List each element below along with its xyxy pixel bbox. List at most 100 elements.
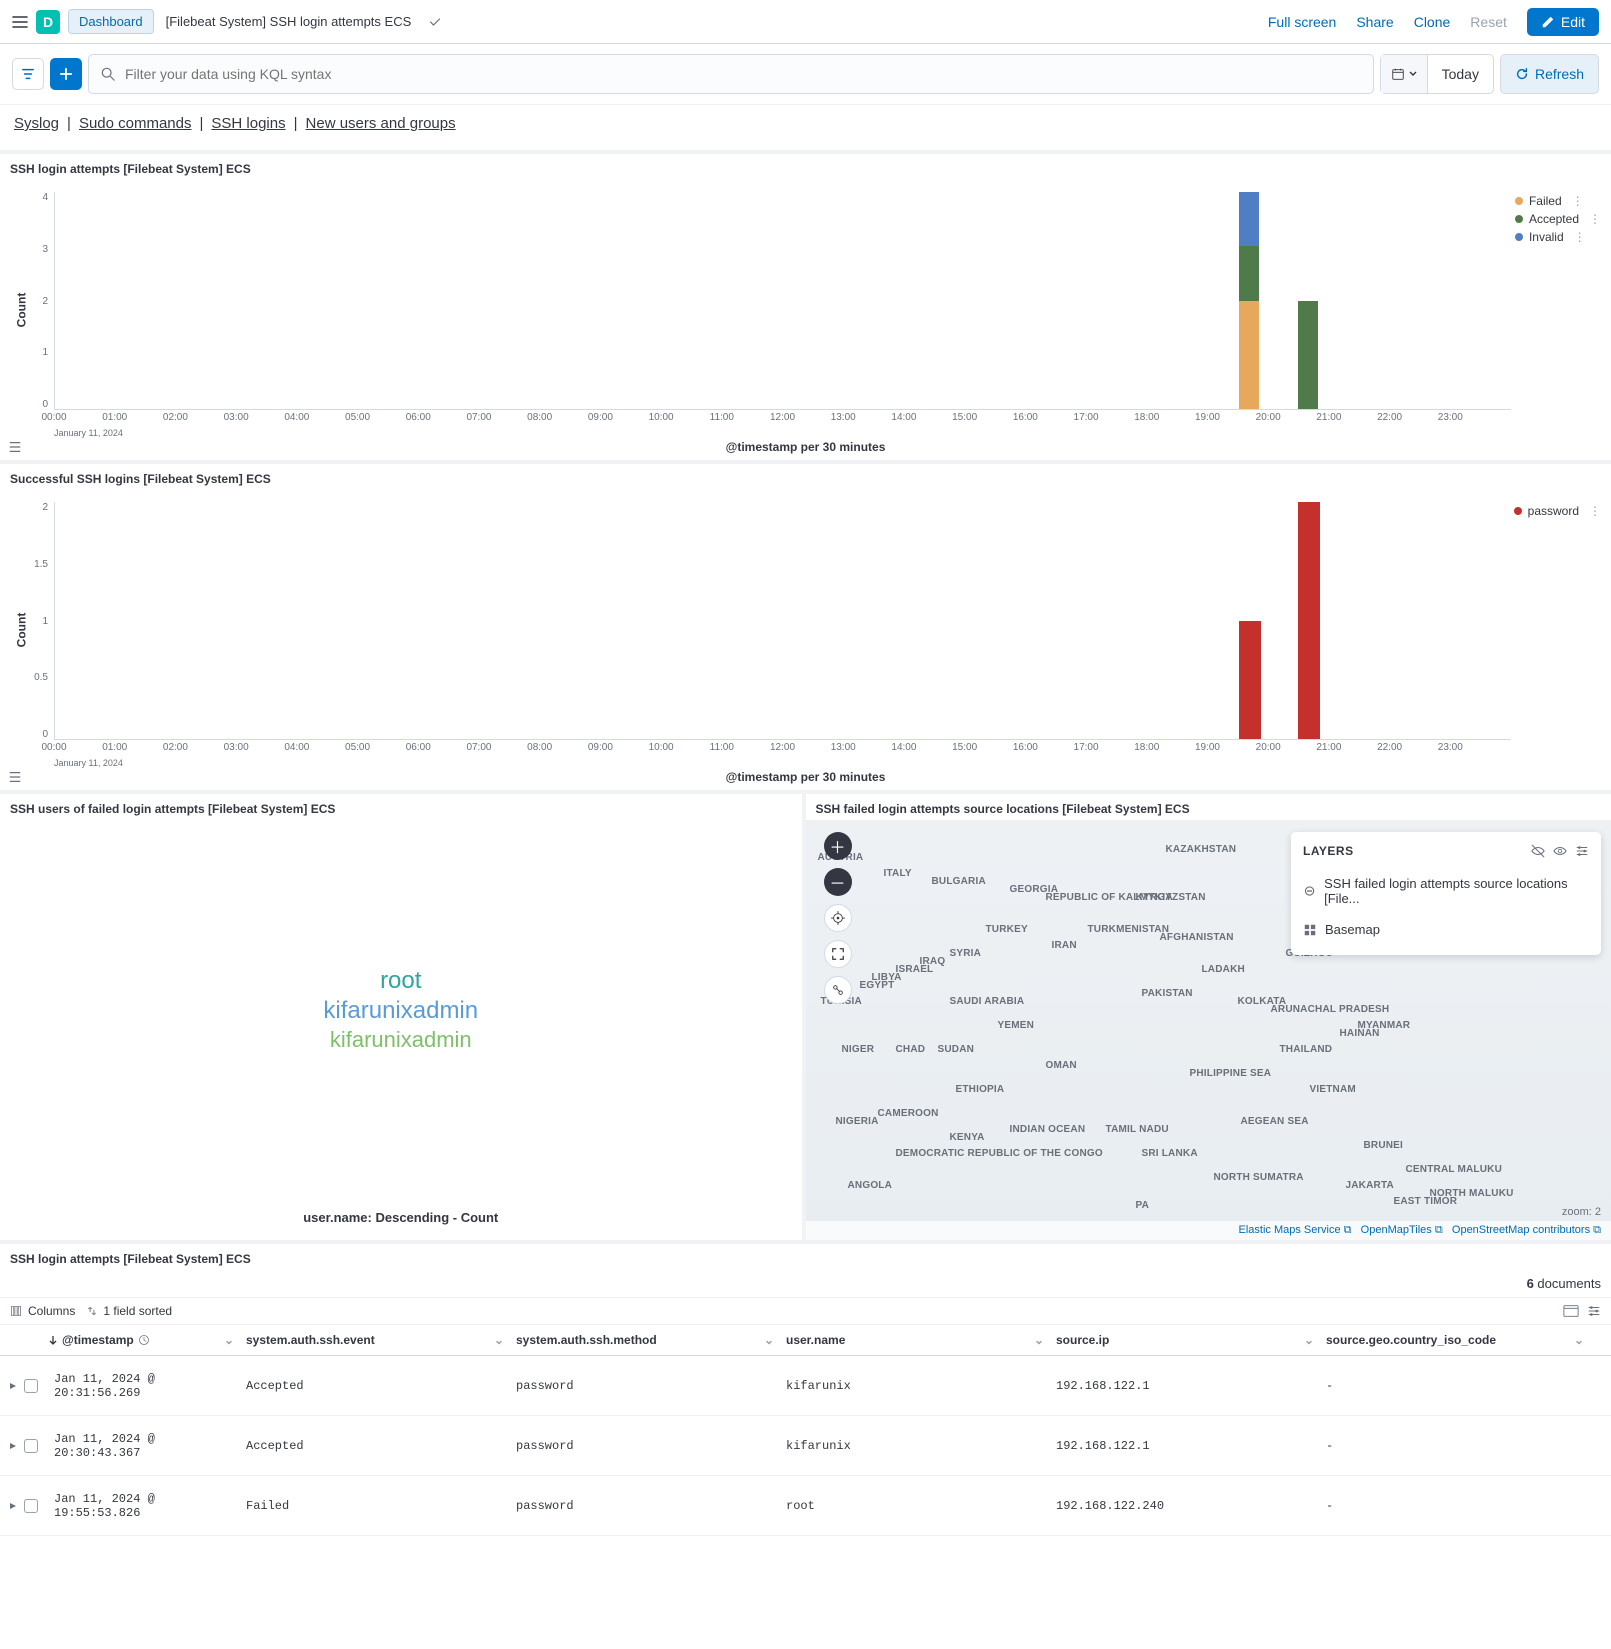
- map-place-label: PAKISTAN: [1142, 988, 1193, 999]
- bar-failed[interactable]: [1239, 301, 1259, 410]
- query-input-wrapper[interactable]: [88, 54, 1374, 94]
- layers-settings-icon[interactable]: [1575, 844, 1589, 858]
- x-tick: 03:00: [224, 412, 249, 423]
- th-timestamp[interactable]: @timestamp ⌄: [0, 1325, 240, 1355]
- row-checkbox[interactable]: [24, 1379, 38, 1393]
- expand-row-icon[interactable]: [8, 1381, 18, 1391]
- cell-method: password: [510, 1429, 780, 1463]
- layers-eye-icon[interactable]: [1553, 844, 1567, 858]
- th-event[interactable]: system.auth.ssh.event⌄: [240, 1325, 510, 1355]
- layer-row[interactable]: Basemap: [1291, 914, 1601, 945]
- fullscreen-button[interactable]: Full screen: [1268, 14, 1336, 30]
- wordcloud-word[interactable]: root: [380, 967, 421, 995]
- x-tick: 20:00: [1256, 742, 1281, 753]
- nav-syslog[interactable]: Syslog: [14, 115, 59, 132]
- table-row[interactable]: Jan 11, 2024 @ 19:55:53.826 Failed passw…: [0, 1476, 1611, 1536]
- map-attribution: Elastic Maps Service ⧉ OpenMapTiles ⧉ Op…: [806, 1221, 1611, 1240]
- app-badge: D: [36, 10, 60, 34]
- nav-ssh[interactable]: SSH logins: [211, 115, 285, 132]
- table-row[interactable]: Jan 11, 2024 @ 20:30:43.367 Accepted pas…: [0, 1416, 1611, 1476]
- map-fit-button[interactable]: [824, 940, 852, 968]
- menu-icon[interactable]: [12, 14, 28, 30]
- map-zoom-out-button[interactable]: －: [824, 868, 852, 896]
- edit-button[interactable]: Edit: [1527, 8, 1599, 36]
- expand-row-icon[interactable]: [8, 1501, 18, 1511]
- map-locate-button[interactable]: [824, 904, 852, 932]
- table-settings-icon[interactable]: [1587, 1304, 1601, 1318]
- legend-label[interactable]: password: [1528, 504, 1579, 518]
- nav-users[interactable]: New users and groups: [306, 115, 456, 132]
- query-input[interactable]: [125, 66, 1361, 82]
- x-tick: 14:00: [891, 742, 916, 753]
- clone-button[interactable]: Clone: [1414, 14, 1451, 30]
- map-place-label: ITALY: [884, 868, 912, 879]
- layer-row[interactable]: SSH failed login attempts source locatio…: [1291, 868, 1601, 914]
- layers-visibility-icon[interactable]: [1531, 844, 1545, 858]
- map-place-label: LADAKH: [1202, 964, 1245, 975]
- cell-sourceip: 192.168.122.1: [1050, 1429, 1320, 1463]
- bar-invalid[interactable]: [1239, 192, 1259, 246]
- map-zoom-in-button[interactable]: ＋: [824, 832, 852, 860]
- legend-more-icon[interactable]: ⋮: [1589, 212, 1601, 226]
- x-tick: 21:00: [1316, 742, 1341, 753]
- expand-row-icon[interactable]: [8, 1441, 18, 1451]
- chart-plot[interactable]: [54, 502, 1511, 740]
- refresh-button[interactable]: Refresh: [1500, 54, 1599, 94]
- legend-label[interactable]: Invalid: [1529, 230, 1564, 244]
- filter-toggle-button[interactable]: [12, 58, 44, 90]
- wordcloud-word[interactable]: kifarunixadmin: [330, 1027, 472, 1053]
- wordcloud-word[interactable]: kifarunixadmin: [323, 997, 478, 1025]
- legend-label[interactable]: Accepted: [1529, 212, 1579, 226]
- map-tool-button[interactable]: [824, 976, 852, 1004]
- fullscreen-table-icon[interactable]: [1563, 1304, 1579, 1318]
- y-ticks: 4 3 2 1 0: [26, 192, 48, 410]
- legend-label[interactable]: Failed: [1529, 194, 1562, 208]
- breadcrumb-dashboard[interactable]: Dashboard: [68, 9, 154, 34]
- map-place-label: OMAN: [1046, 1060, 1077, 1071]
- bar-accepted[interactable]: [1239, 246, 1259, 300]
- map-place-label: EGYPT: [860, 980, 895, 991]
- x-ticks: 00:0001:0002:0003:0004:0005:0006:0007:00…: [54, 742, 1511, 756]
- data-table-icon[interactable]: [6, 768, 24, 786]
- table-row[interactable]: Jan 11, 2024 @ 20:31:56.269 Accepted pas…: [0, 1356, 1611, 1416]
- map-attr-link[interactable]: OpenStreetMap contributors: [1452, 1224, 1590, 1236]
- row-checkbox[interactable]: [24, 1499, 38, 1513]
- map-attr-link[interactable]: Elastic Maps Service: [1238, 1224, 1340, 1236]
- cell-sourceip: 192.168.122.240: [1050, 1489, 1320, 1523]
- legend-more-icon[interactable]: ⋮: [1574, 230, 1586, 244]
- date-picker[interactable]: Today: [1380, 54, 1494, 94]
- x-tick: 16:00: [1013, 412, 1038, 423]
- map-place-label: TAMIL NADU: [1106, 1124, 1169, 1135]
- x-tick: 06:00: [406, 412, 431, 423]
- data-table-icon[interactable]: [6, 438, 24, 456]
- breadcrumb-title[interactable]: [Filebeat System] SSH login attempts ECS: [156, 10, 422, 33]
- reset-button[interactable]: Reset: [1470, 14, 1507, 30]
- bar-accepted[interactable]: [1298, 301, 1318, 410]
- nav-sudo[interactable]: Sudo commands: [79, 115, 192, 132]
- map-place-label: Philippine Sea: [1190, 1068, 1272, 1079]
- th-sourceip[interactable]: source.ip⌄: [1050, 1325, 1320, 1355]
- row-checkbox[interactable]: [24, 1439, 38, 1453]
- th-method[interactable]: system.auth.ssh.method⌄: [510, 1325, 780, 1355]
- share-button[interactable]: Share: [1356, 14, 1393, 30]
- map-place-label: NORTH SUMATRA: [1214, 1172, 1304, 1183]
- cell-event: Accepted: [240, 1429, 510, 1463]
- x-tick: 15:00: [952, 742, 977, 753]
- map-place-label: NIGER: [842, 1044, 875, 1055]
- legend-more-icon[interactable]: ⋮: [1572, 194, 1584, 208]
- columns-button[interactable]: Columns: [10, 1304, 75, 1318]
- sort-info[interactable]: 1 field sorted: [87, 1304, 172, 1318]
- map[interactable]: AUSTRIAITALYBULGARIAGEORGIATUNISIALIBYAT…: [806, 820, 1611, 1240]
- add-filter-button[interactable]: [50, 58, 82, 90]
- x-tick: 16:00: [1013, 742, 1038, 753]
- th-username[interactable]: user.name⌄: [780, 1325, 1050, 1355]
- map-place-label: Indian Ocean: [1010, 1124, 1086, 1135]
- bar-password[interactable]: [1239, 621, 1261, 740]
- map-place-label: YEMEN: [998, 1020, 1035, 1031]
- th-country[interactable]: source.geo.country_iso_code⌄: [1320, 1325, 1590, 1355]
- bar-password[interactable]: [1298, 502, 1320, 739]
- chart-plot[interactable]: [54, 192, 1511, 410]
- map-attr-link[interactable]: OpenMapTiles: [1361, 1224, 1432, 1236]
- wordcloud[interactable]: root kifarunixadmin kifarunixadmin: [0, 820, 802, 1200]
- legend-more-icon[interactable]: ⋮: [1589, 504, 1601, 518]
